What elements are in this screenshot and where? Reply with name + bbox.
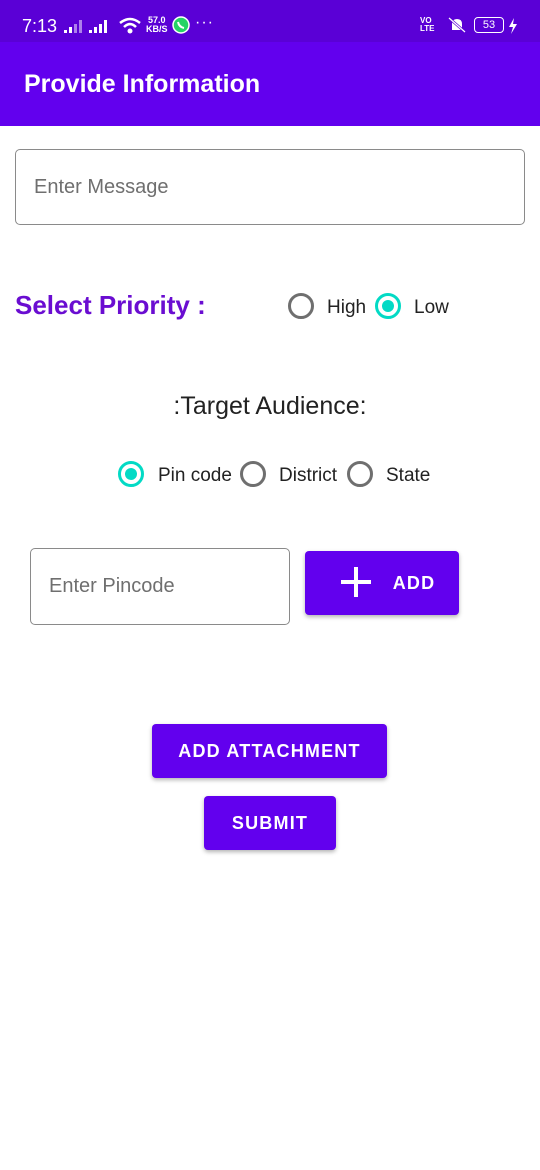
priority-label: Select Priority : (15, 290, 206, 320)
priority-low-label[interactable]: Low (414, 297, 449, 319)
submit-button[interactable]: SUBMIT (204, 796, 336, 850)
audience-district-radio[interactable] (240, 461, 266, 487)
priority-low-radio[interactable] (375, 293, 401, 319)
message-input[interactable] (16, 150, 524, 224)
pincode-field[interactable] (30, 548, 290, 625)
pincode-input[interactable] (31, 549, 289, 624)
audience-pincode-radio[interactable] (118, 461, 144, 487)
priority-high-radio[interactable] (288, 293, 314, 319)
page-title: Provide Information (24, 70, 261, 98)
status-bar: 7:13 57.0 KB/S ··· VO LTE 53 (0, 0, 540, 42)
net-speed: 57.0 KB/S (146, 16, 168, 34)
priority-high-label[interactable]: High (327, 297, 366, 319)
target-audience-title: :Target Audience: (173, 392, 367, 420)
add-attachment-button[interactable]: ADD ATTACHMENT (152, 724, 387, 778)
mute-bell-icon (448, 17, 466, 33)
submit-label: SUBMIT (231, 812, 309, 833)
add-button-label: ADD (392, 572, 436, 593)
app-bar: Provide Information (0, 42, 540, 126)
plus-icon (341, 567, 371, 597)
status-time: 7:13 (22, 16, 58, 36)
signal-icon (64, 20, 107, 33)
message-field[interactable] (15, 149, 525, 225)
whatsapp-icon (172, 16, 190, 34)
audience-pincode-label[interactable]: Pin code (158, 465, 232, 487)
add-pincode-button[interactable]: ADD (305, 551, 459, 615)
add-attachment-label: ADD ATTACHMENT (178, 740, 361, 761)
network-type: VO LTE (420, 16, 435, 33)
net-speed-unit: KB/S (146, 24, 168, 34)
audience-district-label[interactable]: District (279, 465, 337, 487)
wifi-icon (119, 17, 141, 34)
more-notifications-indicator: ··· (195, 14, 214, 31)
audience-state-radio[interactable] (347, 461, 373, 487)
audience-state-label[interactable]: State (386, 465, 430, 487)
charging-icon (509, 18, 517, 34)
battery-level: 53 (474, 17, 504, 33)
